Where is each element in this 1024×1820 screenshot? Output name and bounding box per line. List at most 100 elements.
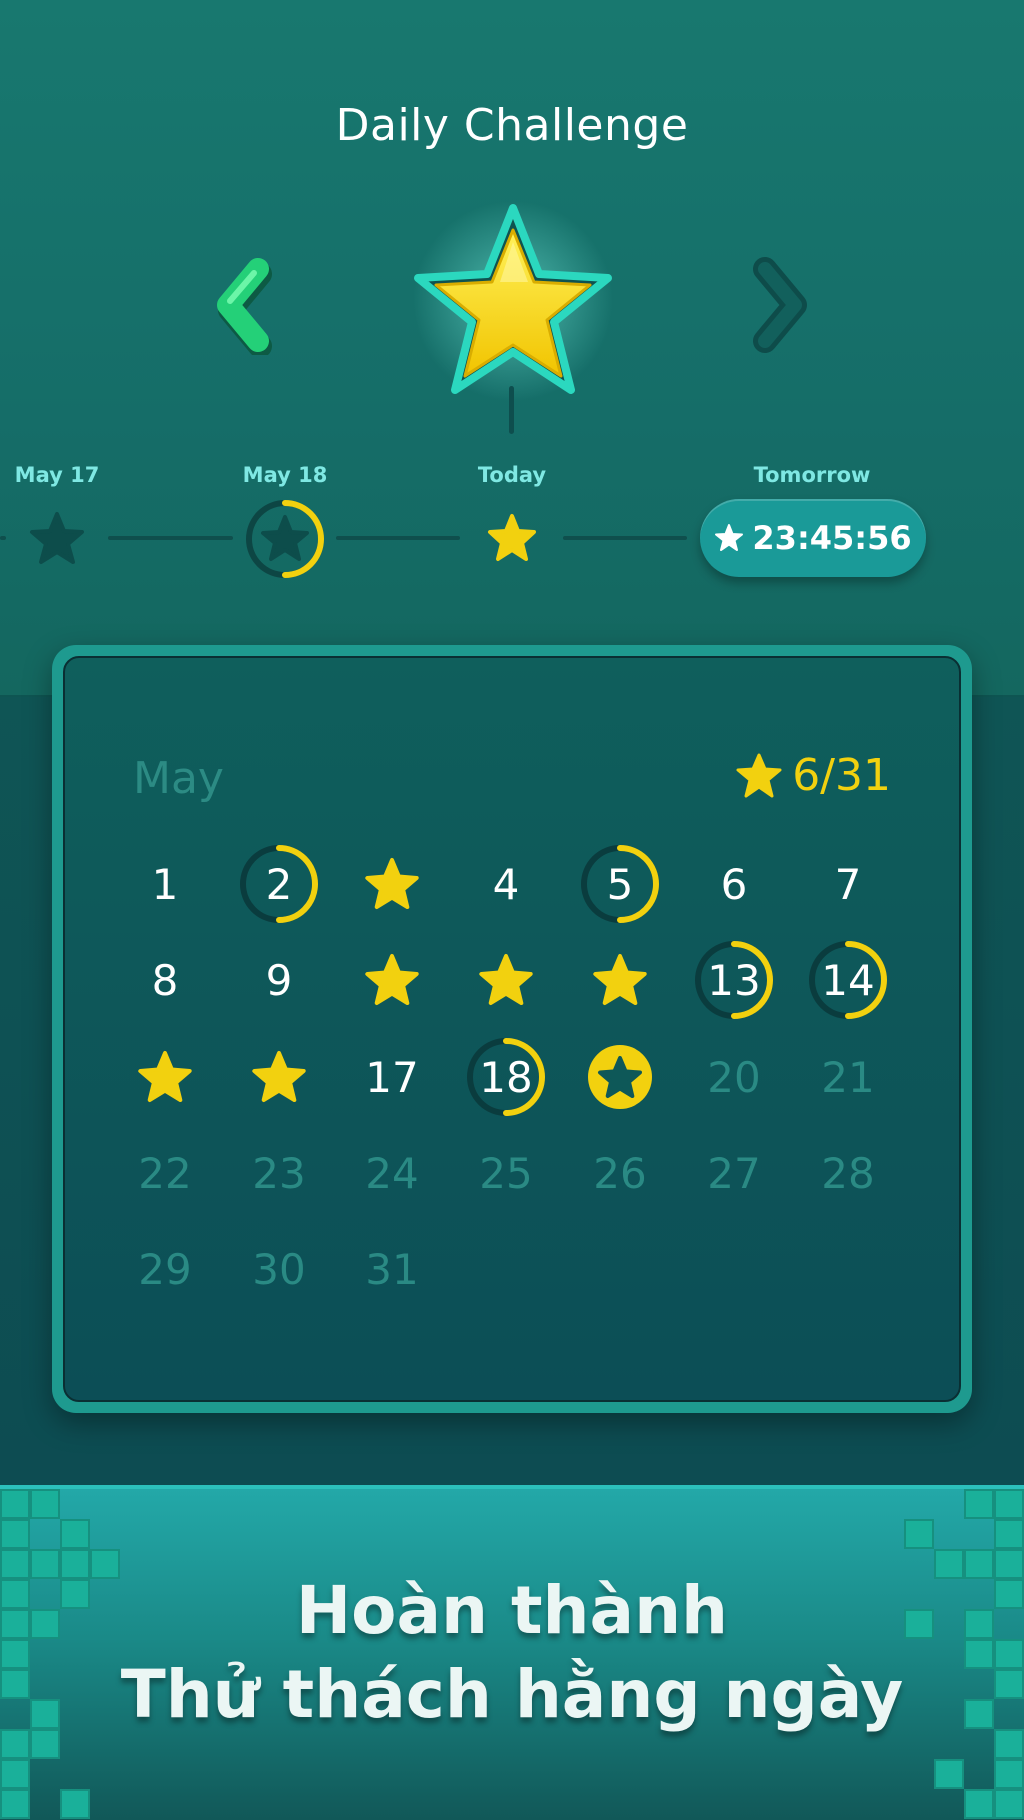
next-day-button[interactable]: [745, 255, 815, 355]
calendar-day-25[interactable]: 25: [456, 1128, 556, 1218]
star-gold-icon: [593, 954, 647, 1005]
promo-banner: Hoàn thành Thử thách hằng ngày: [0, 1485, 1024, 1820]
decor-tile: [994, 1789, 1024, 1819]
decor-tile: [964, 1489, 994, 1519]
tomorrow-countdown[interactable]: 23:45:56: [700, 499, 926, 577]
star-gold-icon: [252, 1051, 306, 1102]
calendar-day-18[interactable]: 18: [456, 1032, 556, 1122]
calendar-day-21[interactable]: 21: [798, 1032, 898, 1122]
day-number: 2: [265, 859, 293, 909]
calendar-day-12[interactable]: [570, 935, 670, 1025]
day-number: 4: [492, 859, 520, 909]
star-gold-icon: [488, 514, 536, 561]
timeline-label-may-18: May 18: [242, 463, 328, 487]
calendar-day-24[interactable]: 24: [342, 1128, 442, 1218]
calendar-day-11[interactable]: [456, 935, 556, 1025]
calendar-day-1[interactable]: 1: [115, 839, 215, 929]
calendar-day-30[interactable]: 30: [229, 1224, 329, 1314]
calendar-day-6[interactable]: 6: [684, 839, 784, 929]
calendar-day-23[interactable]: 23: [229, 1128, 329, 1218]
banner-line-1: Hoàn thành: [295, 1572, 729, 1649]
hero-star-icon: [408, 196, 618, 406]
day-number: 1: [151, 859, 179, 909]
calendar-day-20[interactable]: 20: [684, 1032, 784, 1122]
star-icon: [715, 524, 744, 551]
timeline-day-may-18[interactable]: [243, 497, 327, 581]
star-gold-icon: [479, 954, 533, 1005]
day-number: 23: [252, 1148, 306, 1198]
month-label: May: [133, 753, 224, 804]
previous-day-button[interactable]: [210, 255, 280, 358]
timeline-connector: [336, 536, 460, 540]
stars-count-text: 6/31: [792, 750, 891, 801]
chevron-left-icon: [217, 258, 272, 358]
page-title: Daily Challenge: [335, 100, 689, 151]
calendar-day-7[interactable]: 7: [798, 839, 898, 929]
calendar-day-26[interactable]: 26: [570, 1128, 670, 1218]
day-number: 18: [479, 1052, 533, 1102]
day-number: 9: [265, 955, 293, 1005]
calendar-day-14[interactable]: 14: [798, 935, 898, 1025]
day-number: 22: [138, 1148, 192, 1198]
calendar-day-4[interactable]: 4: [456, 839, 556, 929]
calendar-day-10[interactable]: [342, 935, 442, 1025]
day-number: 13: [707, 955, 761, 1005]
decor-tile: [60, 1789, 90, 1819]
decor-tile: [964, 1789, 994, 1819]
day-number: 20: [707, 1052, 761, 1102]
day-number: 5: [606, 859, 634, 909]
calendar-day-8[interactable]: 8: [115, 935, 215, 1025]
day-number: 28: [821, 1148, 875, 1198]
decor-tile: [994, 1489, 1024, 1519]
calendar-day-17[interactable]: 17: [342, 1032, 442, 1122]
calendar-day-31[interactable]: 31: [342, 1224, 442, 1314]
calendar-card: May 6/31 1 2 4 5 6 7 8 9 13 14 17 18 20 21 22 23 24 25 26 2…: [52, 645, 972, 1413]
timeline-connector: [108, 536, 233, 540]
calendar-day-19[interactable]: [570, 1032, 670, 1122]
today-star-badge-icon: [588, 1045, 652, 1109]
calendar-day-29[interactable]: 29: [115, 1224, 215, 1314]
calendar-day-3[interactable]: [342, 839, 442, 929]
calendar-day-28[interactable]: 28: [798, 1128, 898, 1218]
decor-tile: [30, 1489, 60, 1519]
calendar-day-13[interactable]: 13: [684, 935, 784, 1025]
countdown-timer: 23:45:56: [752, 519, 912, 557]
calendar-day-16[interactable]: [229, 1032, 329, 1122]
day-number: 14: [821, 955, 875, 1005]
star-outline-icon: [30, 512, 84, 564]
decor-tile: [0, 1489, 30, 1519]
star-gold-icon: [365, 858, 419, 909]
calendar-day-15[interactable]: [115, 1032, 215, 1122]
timeline-connector: [563, 536, 687, 540]
calendar-day-2[interactable]: 2: [229, 839, 329, 929]
timeline-day-today[interactable]: [470, 497, 554, 581]
day-number: 29: [138, 1244, 192, 1294]
timeline-label-may-17: May 17: [14, 463, 100, 487]
chevron-right-icon: [753, 257, 807, 353]
decor-tile: [60, 1519, 90, 1549]
decor-tile: [0, 1759, 30, 1789]
calendar-day-22[interactable]: 22: [115, 1128, 215, 1218]
decor-tile: [0, 1519, 30, 1549]
today-pointer: [509, 386, 514, 434]
day-timeline: May 17 May 18 Today Tomorrow 23:45:56: [0, 455, 1024, 595]
timeline-day-may-17[interactable]: [15, 497, 99, 581]
calendar-day-27[interactable]: 27: [684, 1128, 784, 1218]
decor-tile: [904, 1519, 934, 1549]
calendar-day-5[interactable]: 5: [570, 839, 670, 929]
day-number: 30: [252, 1244, 306, 1294]
star-gold-icon: [138, 1051, 192, 1102]
day-number: 31: [365, 1244, 419, 1294]
calendar-day-9[interactable]: 9: [229, 935, 329, 1025]
decor-tile: [934, 1759, 964, 1789]
day-number: 7: [834, 859, 862, 909]
banner-line-2: Thử thách hằng ngày: [120, 1656, 904, 1733]
stars-progress: 6/31: [734, 750, 891, 801]
day-number: 6: [720, 859, 748, 909]
day-number: 21: [821, 1052, 875, 1102]
decor-tile: [994, 1519, 1024, 1549]
timeline-connector: [0, 536, 6, 540]
star-gold-icon: [365, 954, 419, 1005]
day-number: 8: [151, 955, 179, 1005]
timeline-label-today: Today: [477, 463, 547, 487]
